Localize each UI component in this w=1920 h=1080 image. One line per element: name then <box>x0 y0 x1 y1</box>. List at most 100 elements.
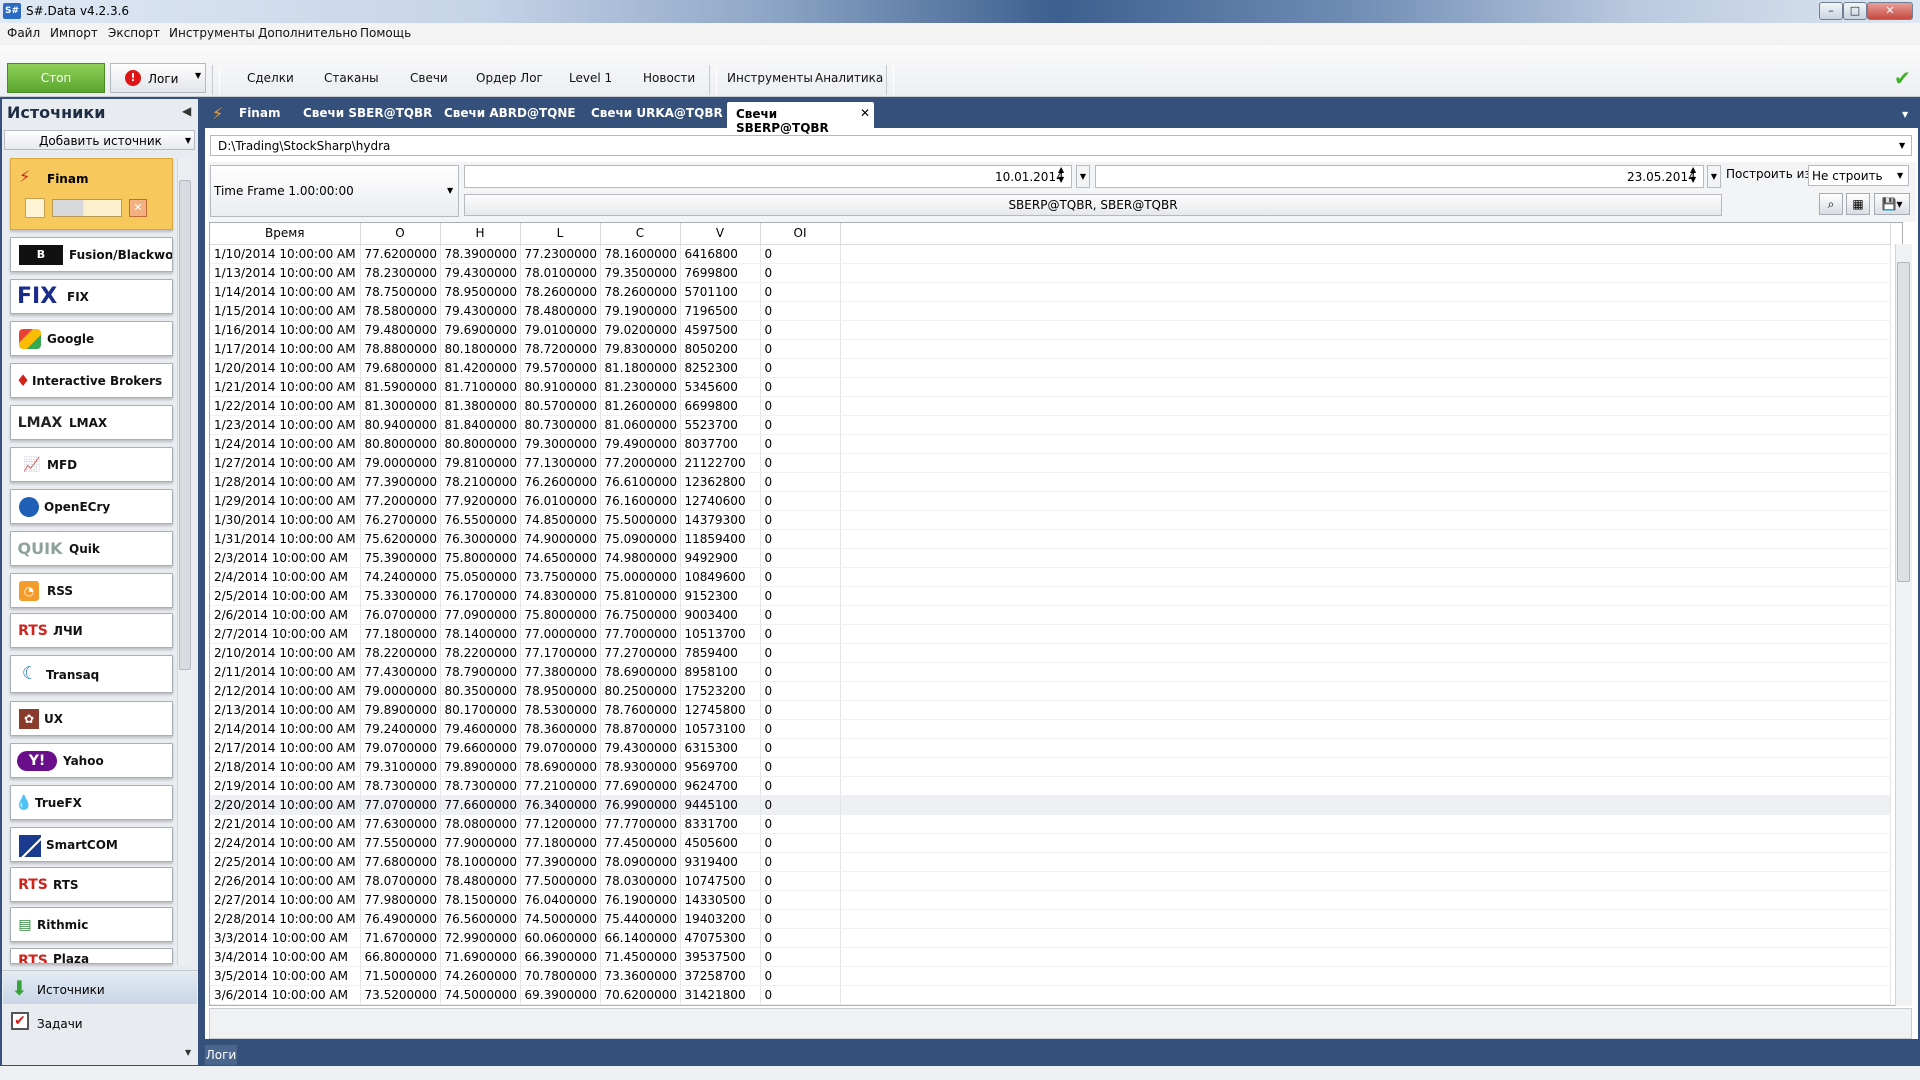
table-row[interactable]: 1/22/2014 10:00:00 AM 81.3000000 81.380000… <box>210 396 1891 416</box>
source-ux[interactable]: ✿ UX <box>10 701 173 736</box>
level1-button[interactable]: Level 1 <box>569 71 612 85</box>
table-row[interactable]: 1/20/2014 10:00:00 AM 79.6800000 81.420000… <box>210 358 1891 378</box>
table-row[interactable]: 2/27/2014 10:00:00 AM 77.9800000 78.150000… <box>210 890 1891 910</box>
table-row[interactable]: 1/24/2014 10:00:00 AM 80.8000000 80.800000… <box>210 434 1891 454</box>
grid-scrollbar-thumb[interactable] <box>1897 262 1910 582</box>
news-button[interactable]: Новости <box>643 71 695 85</box>
column-header-volume[interactable]: V <box>680 223 761 245</box>
menu-file[interactable]: Файл <box>7 26 40 40</box>
table-row[interactable]: 2/6/2014 10:00:00 AM 76.0700000 77.0900000… <box>210 605 1891 625</box>
logs-tab[interactable]: Логи <box>205 1045 237 1065</box>
table-row[interactable]: 2/3/2014 10:00:00 AM 75.3900000 75.8000000… <box>210 548 1891 568</box>
table-row[interactable]: 1/31/2014 10:00:00 AM 75.6200000 76.300000… <box>210 529 1891 549</box>
sources-scrollbar-thumb[interactable] <box>179 180 191 670</box>
table-row[interactable]: 2/28/2014 10:00:00 AM 76.4900000 76.560000… <box>210 909 1891 929</box>
table-row[interactable]: 1/28/2014 10:00:00 AM 77.3900000 78.210000… <box>210 472 1891 492</box>
source-openecry[interactable]: OpenECry <box>10 489 173 524</box>
table-row[interactable]: 2/11/2014 10:00:00 AM 77.4300000 78.790000… <box>210 662 1891 682</box>
table-row[interactable]: 1/29/2014 10:00:00 AM 77.2000000 77.920000… <box>210 491 1891 511</box>
column-header-low[interactable]: L <box>520 223 601 245</box>
table-row[interactable]: 2/19/2014 10:00:00 AM 78.7300000 78.730000… <box>210 776 1891 796</box>
table-row[interactable]: 1/16/2014 10:00:00 AM 79.4800000 79.690000… <box>210 320 1891 340</box>
trades-button[interactable]: Сделки <box>247 71 294 85</box>
analytics-button[interactable]: Аналитика <box>815 71 883 85</box>
spinner-icon[interactable]: ▲ ▼ <box>1058 165 1064 185</box>
chevron-down-icon[interactable]: ▼ <box>185 1048 191 1057</box>
table-row[interactable]: 1/17/2014 10:00:00 AM 78.8800000 80.180000… <box>210 339 1891 359</box>
menu-tools[interactable]: Инструменты <box>169 26 255 40</box>
column-header-high[interactable]: H <box>440 223 521 245</box>
source-plaza[interactable]: RTS Plaza <box>10 948 173 964</box>
source-transaq[interactable]: ☾ Transaq <box>10 655 173 693</box>
source-quik[interactable]: QUIK Quik <box>10 531 173 566</box>
add-source-dropdown[interactable]: Добавить источник ▼ <box>4 130 195 150</box>
date-from-picker[interactable]: 10.01.2014 ▲ ▼ <box>464 165 1072 188</box>
column-header-time[interactable]: Время <box>210 223 361 245</box>
timeframe-dropdown[interactable]: Time Frame 1.00:00:00 ▼ <box>210 165 459 217</box>
table-row[interactable]: 1/30/2014 10:00:00 AM 76.2700000 76.550000… <box>210 510 1891 530</box>
table-row[interactable]: 1/15/2014 10:00:00 AM 78.5800000 79.430000… <box>210 301 1891 321</box>
chevron-down-icon[interactable]: ▼ <box>1902 110 1908 119</box>
delete-icon[interactable]: ✕ <box>129 199 147 217</box>
stop-button[interactable]: Стоп <box>7 63 105 93</box>
table-row[interactable]: 2/18/2014 10:00:00 AM 79.3100000 79.890000… <box>210 757 1891 777</box>
menu-export[interactable]: Экспорт <box>108 26 160 40</box>
table-row[interactable]: 2/17/2014 10:00:00 AM 79.0700000 79.660000… <box>210 738 1891 758</box>
table-view-icon[interactable]: ▦ <box>1846 193 1870 215</box>
save-icon[interactable]: 💾▾ <box>1874 193 1910 215</box>
source-fix[interactable]: FIX FIX <box>10 279 173 314</box>
table-row[interactable]: 2/13/2014 10:00:00 AM 79.8900000 80.170000… <box>210 700 1891 720</box>
minimize-button[interactable]: – <box>1819 2 1843 20</box>
source-interactive-brokers[interactable]: ♦ Interactive Brokers <box>10 363 173 398</box>
table-row[interactable]: 1/13/2014 10:00:00 AM 78.2300000 79.430000… <box>210 263 1891 283</box>
tab-candles-sber[interactable]: Свечи SBER@TQBR <box>303 106 432 120</box>
source-lmax[interactable]: LMAX LMAX <box>10 405 173 440</box>
table-row[interactable]: 2/26/2014 10:00:00 AM 78.0700000 78.480000… <box>210 871 1891 891</box>
source-mfd[interactable]: 📈 MFD <box>10 447 173 482</box>
tab-candles-abrd[interactable]: Свечи ABRD@TQNE <box>444 106 576 120</box>
source-lchi[interactable]: RTS ЛЧИ <box>10 613 173 648</box>
path-dropdown[interactable]: D:\Trading\StockSharp\hydra ▼ <box>210 135 1912 156</box>
table-row[interactable]: 2/24/2014 10:00:00 AM 77.5500000 77.900000… <box>210 833 1891 853</box>
close-button[interactable]: ✕ <box>1867 2 1913 20</box>
calendar-dropdown-icon[interactable]: ▼ <box>1076 165 1090 188</box>
menu-help[interactable]: Помощь <box>360 26 411 40</box>
logs-button[interactable]: ! Логи ▼ <box>110 63 206 93</box>
table-row[interactable]: 3/4/2014 10:00:00 AM 66.8000000 71.6900000… <box>210 947 1891 967</box>
table-row[interactable]: 2/7/2014 10:00:00 AM 77.1800000 78.1400000… <box>210 624 1891 644</box>
build-from-dropdown[interactable]: Не строить ▼ <box>1808 165 1909 186</box>
edit-icon[interactable] <box>25 198 45 218</box>
maximize-button[interactable]: □ <box>1843 2 1867 20</box>
column-header-open[interactable]: O <box>360 223 441 245</box>
source-smartcom[interactable]: SmartCOM <box>10 827 173 862</box>
table-row[interactable]: 2/5/2014 10:00:00 AM 75.3300000 76.1700000… <box>210 586 1891 606</box>
menu-import[interactable]: Импорт <box>50 26 98 40</box>
table-row[interactable]: 1/10/2014 10:00:00 AM 77.6200000 78.390000… <box>210 244 1891 264</box>
source-rithmic[interactable]: ▤ Rithmic <box>10 907 173 942</box>
column-header-oi[interactable]: OI <box>760 223 841 245</box>
table-row[interactable]: 2/20/2014 10:00:00 AM 77.0700000 77.660000… <box>210 795 1891 815</box>
nav-item-tasks[interactable]: ✔ Задачи <box>3 1008 197 1038</box>
date-to-picker[interactable]: 23.05.2014 ▲ ▼ <box>1095 165 1704 188</box>
table-row[interactable]: 1/27/2014 10:00:00 AM 79.0000000 79.810000… <box>210 453 1891 473</box>
source-yahoo[interactable]: Y! Yahoo <box>10 743 173 778</box>
table-row[interactable]: 3/5/2014 10:00:00 AM 71.5000000 74.2600000… <box>210 966 1891 986</box>
source-rss[interactable]: ◔ RSS <box>10 573 173 608</box>
table-row[interactable]: 2/21/2014 10:00:00 AM 77.6300000 78.080000… <box>210 814 1891 834</box>
table-row[interactable]: 1/21/2014 10:00:00 AM 81.5900000 81.710000… <box>210 377 1891 397</box>
tab-candles-sberp[interactable]: Свечи SBERP@TQBR ✕ <box>727 102 874 135</box>
table-row[interactable]: 1/14/2014 10:00:00 AM 78.7500000 78.950000… <box>210 282 1891 302</box>
calendar-dropdown-icon[interactable]: ▼ <box>1707 165 1721 188</box>
table-row[interactable]: 2/4/2014 10:00:00 AM 74.2400000 75.0500000… <box>210 567 1891 587</box>
table-row[interactable]: 1/23/2014 10:00:00 AM 80.9400000 81.840000… <box>210 415 1891 435</box>
collapse-icon[interactable]: ◀ <box>182 104 191 118</box>
menu-advanced[interactable]: Дополнительно <box>258 26 358 40</box>
source-finam[interactable]: ⚡ Finam ✕ <box>10 158 173 230</box>
table-row[interactable]: 2/14/2014 10:00:00 AM 79.2400000 79.460000… <box>210 719 1891 739</box>
enable-toggle[interactable] <box>52 199 122 217</box>
depths-button[interactable]: Стаканы <box>324 71 379 85</box>
source-truefx[interactable]: 💧 TrueFX <box>10 785 173 820</box>
candles-button[interactable]: Свечи <box>410 71 448 85</box>
close-icon[interactable]: ✕ <box>860 106 870 120</box>
table-row[interactable]: 2/10/2014 10:00:00 AM 78.2200000 78.220000… <box>210 643 1891 663</box>
